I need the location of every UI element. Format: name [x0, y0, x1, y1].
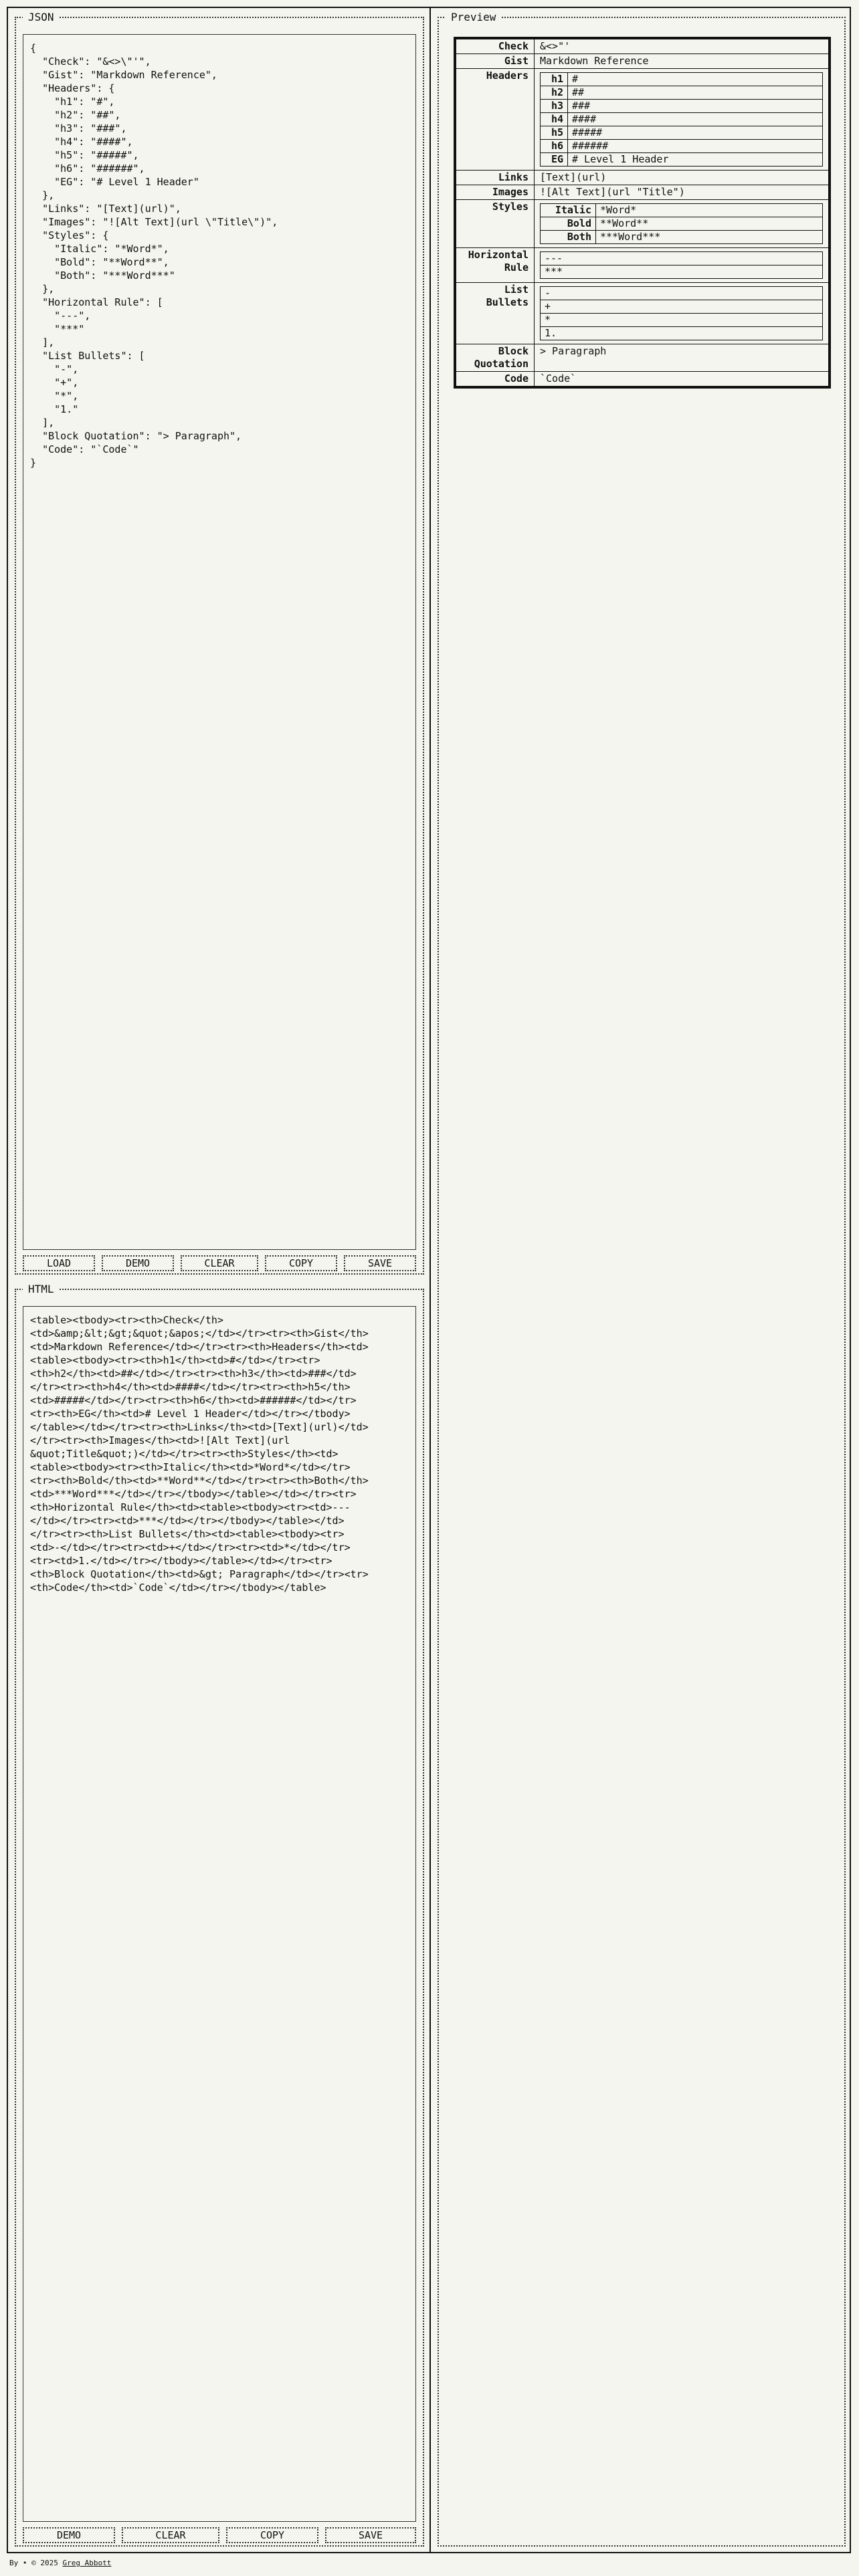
- bullet-value: -: [540, 286, 823, 300]
- json-panel: JSON { "Check": "&<>\"'", "Gist": "Markd…: [15, 11, 424, 1275]
- header-value: ###: [567, 99, 823, 113]
- style-key: Bold: [540, 217, 596, 231]
- preview-row-list-bullets: List Bullets - + * 1.: [456, 282, 829, 344]
- header-key: h3: [540, 99, 568, 113]
- table-row: Both ***Word***: [540, 230, 823, 244]
- header-value: # Level 1 Header: [567, 152, 823, 167]
- row-label: List Bullets: [456, 282, 535, 344]
- row-label: Horizontal Rule: [456, 247, 535, 283]
- demo-button[interactable]: DEMO: [102, 1255, 174, 1271]
- preview-table-container: Check &<>"' Gist Markdown Reference Head…: [454, 37, 831, 389]
- headers-table: h1 # h2 ## h3 ### h4 #### h5 ##### h6 ###### E…: [540, 72, 823, 167]
- table-row: h3 ###: [540, 99, 823, 113]
- header-value: ##: [567, 86, 823, 100]
- table-row: Italic *Word*: [540, 203, 823, 217]
- styles-table: Italic *Word* Bold **Word** Both ***Word***: [540, 203, 823, 244]
- row-label: Images: [456, 185, 535, 200]
- save-button[interactable]: SAVE: [325, 2527, 416, 2543]
- save-button[interactable]: SAVE: [344, 1255, 416, 1271]
- table-row: 1.: [540, 326, 823, 340]
- preview-panel: Preview Check &<>"' Gist Markdown Refere…: [438, 11, 846, 2547]
- clear-button[interactable]: CLEAR: [181, 1255, 258, 1271]
- demo-button[interactable]: DEMO: [23, 2527, 115, 2543]
- preview-row-links: Links [Text](url): [456, 170, 829, 185]
- table-row: h5 #####: [540, 126, 823, 140]
- table-row: h1 #: [540, 72, 823, 86]
- row-value: `Code`: [534, 371, 829, 387]
- style-key: Italic: [540, 203, 596, 217]
- bullet-value: +: [540, 300, 823, 314]
- header-value: ######: [567, 139, 823, 153]
- header-key: EG: [540, 152, 568, 167]
- preview-row-headers: Headers h1 # h2 ## h3 ### h4 #### h5 ##### h6…: [456, 68, 829, 171]
- preview-legend: Preview: [451, 11, 496, 23]
- html-textarea[interactable]: <table><tbody><tr><th>Check</th> <td>&am…: [23, 1306, 416, 2522]
- copy-button[interactable]: COPY: [226, 2527, 318, 2543]
- preview-row-images: Images ![Alt Text](url "Title"): [456, 185, 829, 200]
- hrule-value: ---: [540, 251, 823, 265]
- row-value: Markdown Reference: [534, 53, 829, 69]
- bullet-value: *: [540, 313, 823, 327]
- table-row: Bold **Word**: [540, 217, 823, 231]
- bullet-value: 1.: [540, 326, 823, 340]
- bullets-table: - + * 1.: [540, 286, 823, 340]
- copy-button[interactable]: COPY: [265, 1255, 337, 1271]
- row-value: &<>"': [534, 39, 829, 54]
- row-label: Headers: [456, 68, 535, 171]
- row-value: [Text](url): [534, 170, 829, 185]
- html-legend: HTML: [28, 1283, 54, 1295]
- app-frame: JSON { "Check": "&<>\"'", "Gist": "Markd…: [7, 7, 851, 2553]
- row-value: ![Alt Text](url "Title"): [534, 185, 829, 200]
- row-label: Gist: [456, 53, 535, 69]
- header-key: h2: [540, 86, 568, 100]
- header-value: #: [567, 72, 823, 86]
- json-textarea[interactable]: { "Check": "&<>\"'", "Gist": "Markdown R…: [23, 34, 416, 1250]
- table-row: *: [540, 313, 823, 327]
- row-label: Block Quotation: [456, 344, 535, 372]
- json-legend: JSON: [28, 11, 54, 23]
- clear-button[interactable]: CLEAR: [122, 2527, 219, 2543]
- table-row: ***: [540, 265, 823, 279]
- table-row: +: [540, 300, 823, 314]
- header-value: ####: [567, 112, 823, 126]
- preview-row-code: Code `Code`: [456, 371, 829, 387]
- table-row: -: [540, 286, 823, 300]
- style-key: Both: [540, 230, 596, 244]
- author-link[interactable]: Greg Abbott: [62, 2559, 111, 2567]
- header-key: h1: [540, 72, 568, 86]
- row-value: > Paragraph: [534, 344, 829, 372]
- style-value: **Word**: [595, 217, 823, 231]
- preview-row-styles: Styles Italic *Word* Bold **Word** Both ***…: [456, 199, 829, 248]
- preview-row-horizontal-rule: Horizontal Rule --- ***: [456, 247, 829, 283]
- table-row: h4 ####: [540, 112, 823, 126]
- preview-table: Check &<>"' Gist Markdown Reference Head…: [456, 39, 829, 387]
- preview-row-gist: Gist Markdown Reference: [456, 53, 829, 69]
- table-row: EG # Level 1 Header: [540, 152, 823, 167]
- table-row: ---: [540, 251, 823, 265]
- style-value: *Word*: [595, 203, 823, 217]
- row-label: Check: [456, 39, 535, 54]
- preview-row-check: Check &<>"': [456, 39, 829, 54]
- style-value: ***Word***: [595, 230, 823, 244]
- hrule-table: --- ***: [540, 251, 823, 279]
- hrule-value: ***: [540, 265, 823, 279]
- html-panel: HTML <table><tbody><tr><th>Check</th> <t…: [15, 1283, 424, 2547]
- row-label: Styles: [456, 199, 535, 248]
- load-button[interactable]: LOAD: [23, 1255, 95, 1271]
- header-key: h5: [540, 126, 568, 140]
- footer: By • © 2025 Greg Abbott: [9, 2559, 111, 2567]
- row-label: Links: [456, 170, 535, 185]
- table-row: h6 ######: [540, 139, 823, 153]
- header-key: h4: [540, 112, 568, 126]
- preview-row-block-quotation: Block Quotation > Paragraph: [456, 344, 829, 372]
- header-key: h6: [540, 139, 568, 153]
- table-row: h2 ##: [540, 86, 823, 100]
- header-value: #####: [567, 126, 823, 140]
- footer-credit: By • © 2025: [9, 2559, 58, 2567]
- row-label: Code: [456, 371, 535, 387]
- column-divider: [430, 8, 431, 2552]
